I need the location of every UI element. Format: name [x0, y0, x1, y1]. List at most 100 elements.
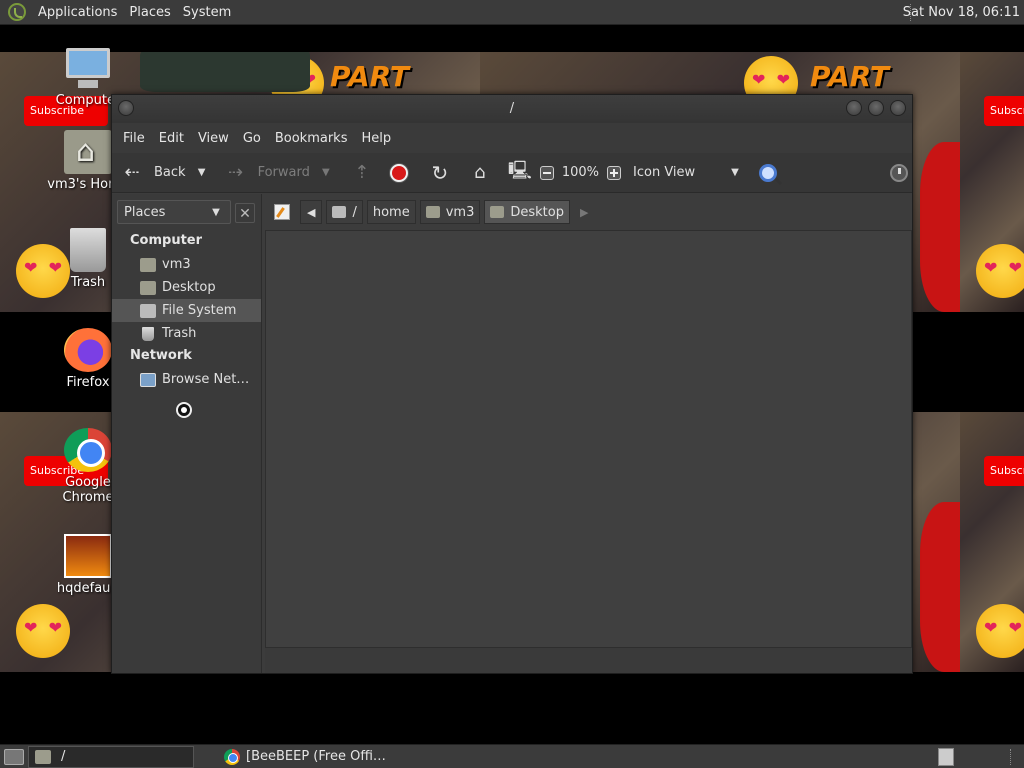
close-button[interactable] [890, 100, 906, 116]
search-icon [759, 163, 778, 182]
forward-arrow-icon: ⇢ [228, 162, 244, 183]
chrome-icon [224, 748, 240, 765]
menubar: File Edit View Go Bookmarks Help [112, 123, 912, 153]
menu-edit[interactable]: Edit [152, 131, 191, 146]
zoom-level: 100% [561, 165, 600, 180]
trash-icon [142, 326, 154, 341]
system-menu[interactable]: System [177, 5, 237, 20]
sidebar-item-label: Trash [162, 326, 197, 341]
chevron-down-icon: ▼ [731, 167, 739, 178]
emoji-icon [976, 604, 1024, 658]
window-title: / [509, 101, 515, 116]
sidebar-item-label: File System [162, 303, 237, 318]
view-mode-label: Icon View [633, 165, 696, 180]
path-button-vm3[interactable]: vm3 [419, 200, 481, 224]
panel-separator [1010, 749, 1011, 765]
path-button-desktop[interactable]: Desktop [484, 200, 570, 224]
path-button-home[interactable]: home [366, 200, 416, 224]
applications-menu[interactable]: Applications [32, 5, 123, 20]
toolbar: ⇠ Back ▼ ⇢ Forward ▼ ⇡ ↻ ⌂ 🖳 100% Icon V… [112, 153, 912, 193]
window-titlebar[interactable]: / [112, 95, 912, 123]
home-button[interactable]: ⌂ [468, 157, 492, 189]
desktop-folder-icon [140, 280, 156, 295]
sidebar-close-button[interactable]: ✕ [235, 203, 255, 223]
top-panel: Applications Places System Sat Nov 18, 0… [0, 0, 1024, 25]
zoom-in-button[interactable] [607, 157, 622, 189]
forward-history-dropdown[interactable]: ▼ [318, 167, 334, 178]
stop-icon [389, 163, 408, 182]
menu-help[interactable]: Help [354, 131, 398, 146]
wallpaper-tile: Subscribe [960, 52, 1024, 312]
panel-menu: Applications Places System [32, 0, 237, 24]
minimize-button[interactable] [846, 100, 862, 116]
wallpaper-shape [140, 52, 310, 92]
menu-view[interactable]: View [191, 131, 236, 146]
sidebar-item-vm3[interactable]: vm3 [112, 253, 261, 276]
wallpaper-shape [920, 142, 960, 312]
sidebar-type-select[interactable]: Places ▼ [117, 200, 231, 224]
taskbar-item-file-manager[interactable]: / [28, 745, 194, 768]
back-label: Back [154, 165, 186, 180]
trash-icon [70, 228, 106, 272]
home-folder-icon [140, 257, 156, 272]
file-view[interactable] [265, 230, 912, 648]
sidebar-header: Places ▼ ✕ [112, 194, 261, 230]
up-button[interactable]: ⇡ [350, 157, 374, 189]
sidebar-item-label: Browse Net… [162, 372, 250, 387]
activity-spinner-icon [890, 164, 908, 182]
taskbar-item-beebeep[interactable]: [BeeBEEP (Free Offi… [218, 746, 392, 768]
desktop-folder-icon [490, 206, 505, 218]
file-manager-window[interactable]: / File Edit View Go Bookmarks Help ⇠ Bac… [111, 94, 913, 674]
path-scroll-left-button[interactable]: ◀ [300, 200, 323, 224]
reload-icon: ↻ [431, 160, 449, 185]
sidebar-item-desktop[interactable]: Desktop [112, 276, 261, 299]
sidebar-item-label: Desktop [162, 280, 216, 295]
location-bar: ◀ / home vm3 Desktop ▶ [264, 194, 912, 230]
mate-logo-icon[interactable] [8, 3, 26, 21]
reload-button[interactable]: ↻ [428, 157, 452, 189]
subscribe-badge: Subscribe [984, 96, 1024, 126]
show-desktop-button[interactable] [4, 748, 24, 765]
wallpaper-text: PART [330, 60, 410, 93]
back-history-dropdown[interactable]: ▼ [194, 167, 210, 178]
stop-button[interactable] [389, 157, 408, 189]
path-label: Desktop [510, 204, 564, 220]
wallpaper-text: PART [810, 60, 890, 93]
up-arrow-icon: ⇡ [354, 162, 370, 183]
sidebar-item-trash[interactable]: Trash [112, 322, 261, 345]
taskbar-item-label: [BeeBEEP (Free Offi… [246, 749, 386, 764]
menu-bookmarks[interactable]: Bookmarks [268, 131, 355, 146]
sidebar-item-browse-network[interactable]: Browse Net… [112, 368, 261, 391]
back-button[interactable]: ⇠ Back [120, 157, 186, 189]
emoji-icon [976, 244, 1024, 298]
image-thumbnail-icon [64, 534, 112, 578]
computer-button[interactable]: 🖳 [508, 157, 532, 189]
menu-file[interactable]: File [116, 131, 152, 146]
toggle-location-entry-button[interactable] [268, 200, 296, 224]
forward-button[interactable]: ⇢ Forward [224, 157, 310, 189]
sidebar-group-computer: Computer [130, 233, 203, 248]
chevron-left-icon: ◀ [307, 205, 316, 219]
menu-go[interactable]: Go [236, 131, 268, 146]
view-mode-select[interactable]: Icon View ▼ [633, 157, 743, 189]
edit-icon [274, 204, 290, 220]
bottom-panel: / [BeeBEEP (Free Offi… [0, 744, 1024, 768]
zoom-out-icon [539, 165, 554, 180]
places-menu[interactable]: Places [123, 5, 176, 20]
wallpaper-tile: Subscribe [960, 412, 1024, 672]
path-label: / [352, 204, 357, 220]
maximize-button[interactable] [868, 100, 884, 116]
sidebar-item-file-system[interactable]: File System [112, 299, 261, 322]
path-label: vm3 [445, 204, 475, 220]
statusbar [265, 648, 912, 673]
wallpaper-shape [920, 502, 960, 672]
clock[interactable]: Sat Nov 18, 06:11 [903, 0, 1020, 25]
firefox-icon [64, 328, 112, 372]
path-scroll-right-button[interactable]: ▶ [580, 206, 588, 219]
path-button-root[interactable]: / [326, 200, 363, 224]
folder-icon [35, 749, 51, 764]
workspace-switcher[interactable] [938, 748, 954, 766]
zoom-in-icon [607, 165, 622, 180]
search-button[interactable] [759, 157, 778, 189]
zoom-out-button[interactable] [539, 157, 554, 189]
